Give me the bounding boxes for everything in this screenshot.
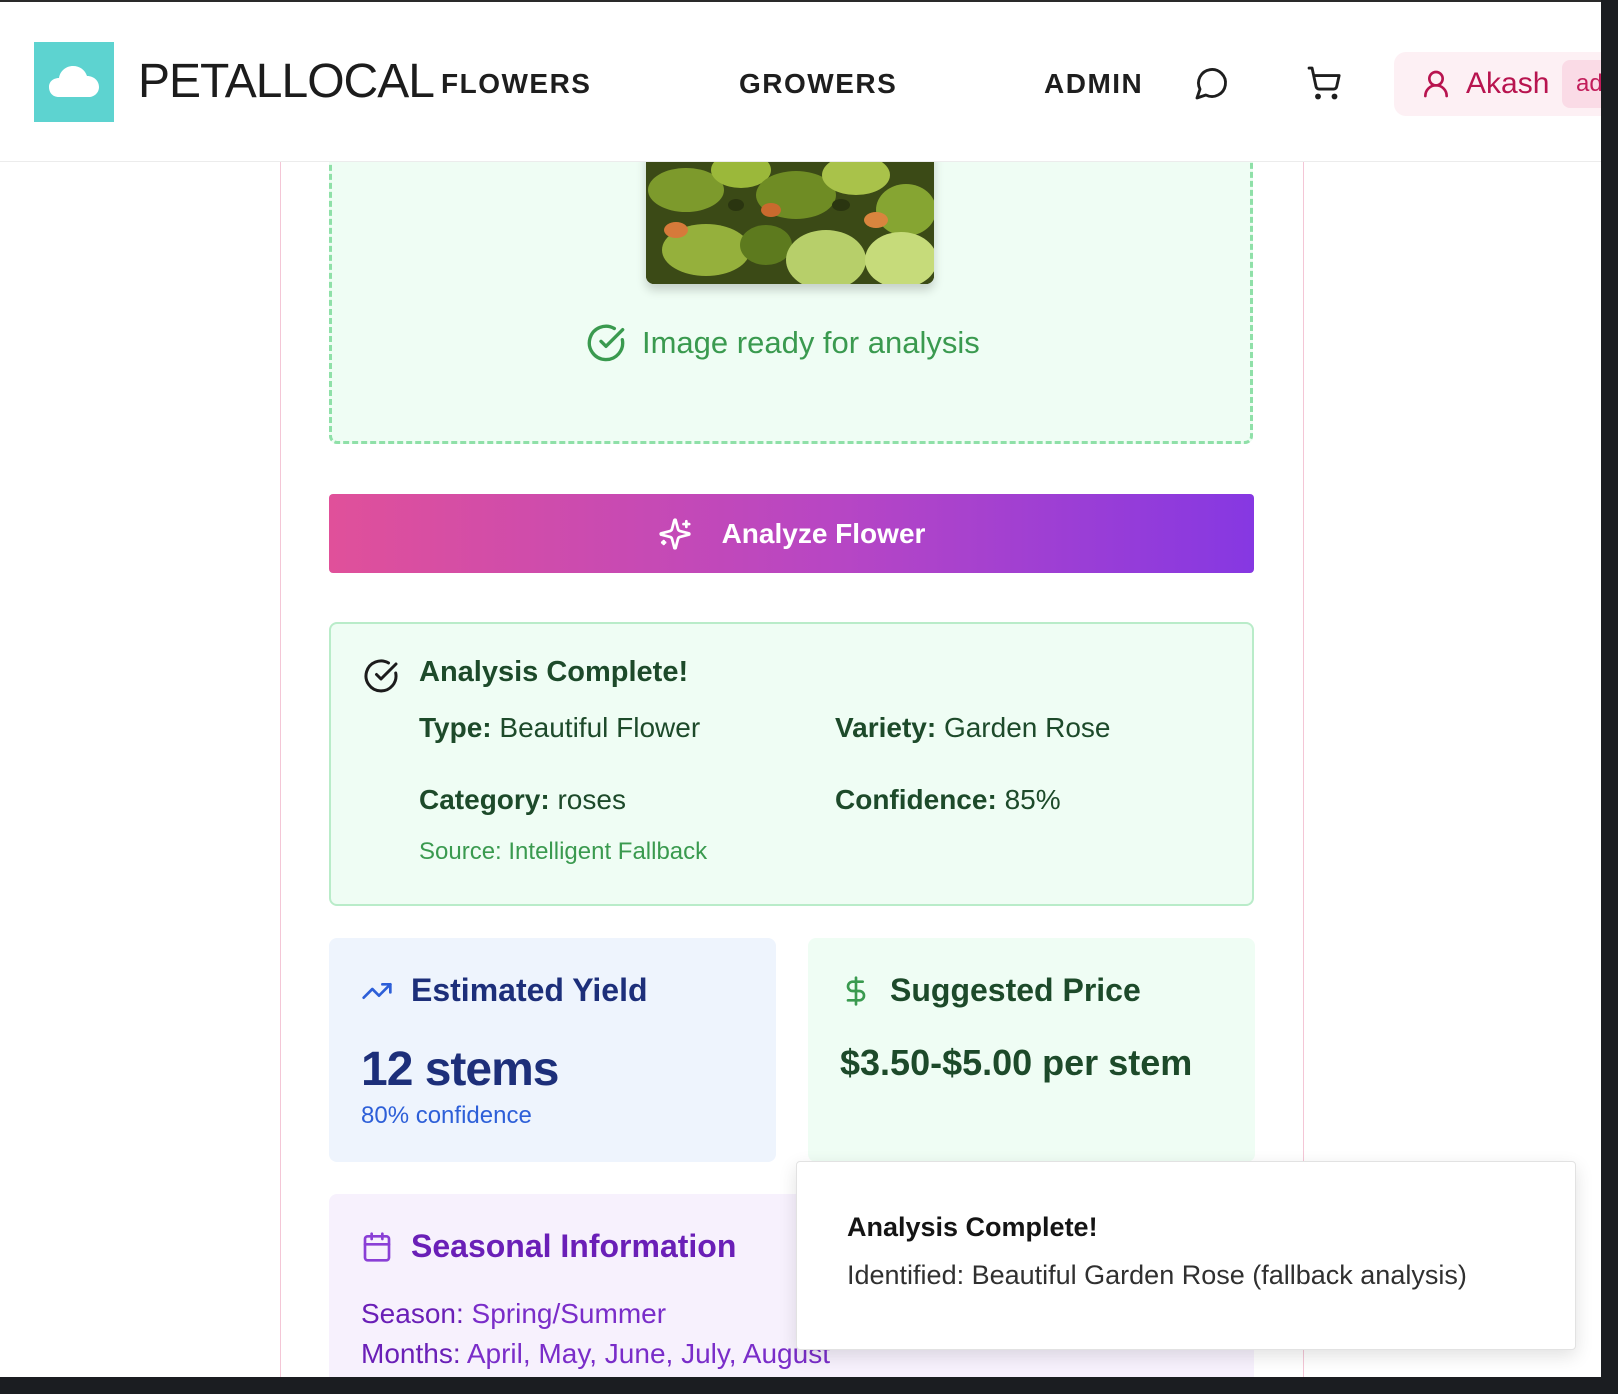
analysis-result-panel: Analysis Complete! Type: Beautiful Flowe… — [329, 622, 1254, 906]
price-header: Suggested Price — [840, 972, 1141, 1009]
season-title: Seasonal Information — [411, 1228, 737, 1264]
trending-up-icon — [362, 982, 392, 999]
confidence-value: 85% — [1004, 784, 1061, 815]
toast-title: Analysis Complete! — [847, 1212, 1098, 1242]
chat-bubble-icon[interactable] — [1194, 65, 1230, 101]
user-name: Akash — [1466, 67, 1550, 100]
toast-notification[interactable]: Analysis Complete! Identified: Beautiful… — [796, 1161, 1576, 1350]
nav-growers[interactable]: GROWERS — [739, 68, 897, 100]
season-label: Season: — [361, 1298, 464, 1329]
price-title: Suggested Price — [890, 972, 1141, 1008]
months-value: April, May, June, July, August — [466, 1338, 830, 1369]
yield-header: Estimated Yield — [361, 972, 648, 1009]
category-value: roses — [557, 784, 626, 815]
result-title: Analysis Complete! — [419, 656, 689, 688]
user-icon — [1424, 70, 1448, 98]
price-value: $3.50-$5.00 per stem — [840, 1042, 1193, 1083]
suggested-price-card: Suggested Price $3.50-$5.00 per stem — [808, 938, 1255, 1162]
months-label: Months: — [361, 1338, 461, 1369]
dollar-sign-icon — [846, 975, 866, 1006]
uploaded-flower-image — [646, 150, 934, 284]
image-ready-status: Image ready for analysis — [586, 321, 980, 365]
season-line: Season: Spring/Summer — [361, 1298, 666, 1330]
image-ready-text: Image ready for analysis — [642, 325, 980, 360]
yield-title: Estimated Yield — [411, 972, 648, 1008]
confidence-label: Confidence: — [835, 784, 997, 815]
type-label: Type: — [419, 712, 492, 743]
season-header: Seasonal Information — [361, 1228, 736, 1265]
app-window: PETALLOCAL FLOWERS GROWERS ADMIN Akash a… — [0, 0, 1601, 1377]
result-type: Type: Beautiful Flower — [419, 712, 700, 744]
type-value: Beautiful Flower — [499, 712, 701, 743]
yield-confidence: 80% confidence — [361, 1102, 532, 1129]
season-value: Spring/Summer — [471, 1298, 667, 1329]
shopping-cart-icon[interactable] — [1306, 65, 1342, 101]
result-source: Source: Intelligent Fallback — [419, 838, 708, 865]
role-badge: ad — [1562, 60, 1601, 108]
result-variety: Variety: Garden Rose — [835, 712, 1111, 744]
variety-label: Variety: — [835, 712, 937, 743]
nav-admin[interactable]: ADMIN — [1044, 68, 1143, 100]
logo[interactable] — [34, 42, 114, 122]
cloud-logo-icon — [49, 66, 99, 97]
calendar-icon — [363, 1231, 391, 1262]
result-category: Category: roses — [419, 784, 626, 816]
analyze-button-label: Analyze Flower — [721, 517, 926, 549]
estimated-yield-card: Estimated Yield 12 stems 80% confidence — [329, 938, 776, 1162]
variety-value: Garden Rose — [943, 712, 1111, 743]
flower-photo — [646, 150, 934, 284]
nav-flowers[interactable]: FLOWERS — [441, 68, 592, 100]
result-confidence: Confidence: 85% — [835, 784, 1061, 816]
check-circle-icon — [364, 659, 398, 693]
top-navbar: PETALLOCAL FLOWERS GROWERS ADMIN Akash a… — [0, 0, 1601, 162]
brand-name[interactable]: PETALLOCAL — [138, 54, 435, 109]
months-line: Months: April, May, June, July, August — [361, 1338, 830, 1370]
sparkles-icon — [658, 517, 691, 550]
analyze-flower-button[interactable]: Analyze Flower — [329, 494, 1254, 573]
yield-value: 12 stems — [361, 1043, 559, 1096]
user-menu[interactable]: Akash ad — [1394, 52, 1601, 116]
check-circle-icon — [587, 324, 625, 362]
category-label: Category: — [419, 784, 550, 815]
toast-message: Identified: Beautiful Garden Rose (fallb… — [847, 1260, 1467, 1290]
